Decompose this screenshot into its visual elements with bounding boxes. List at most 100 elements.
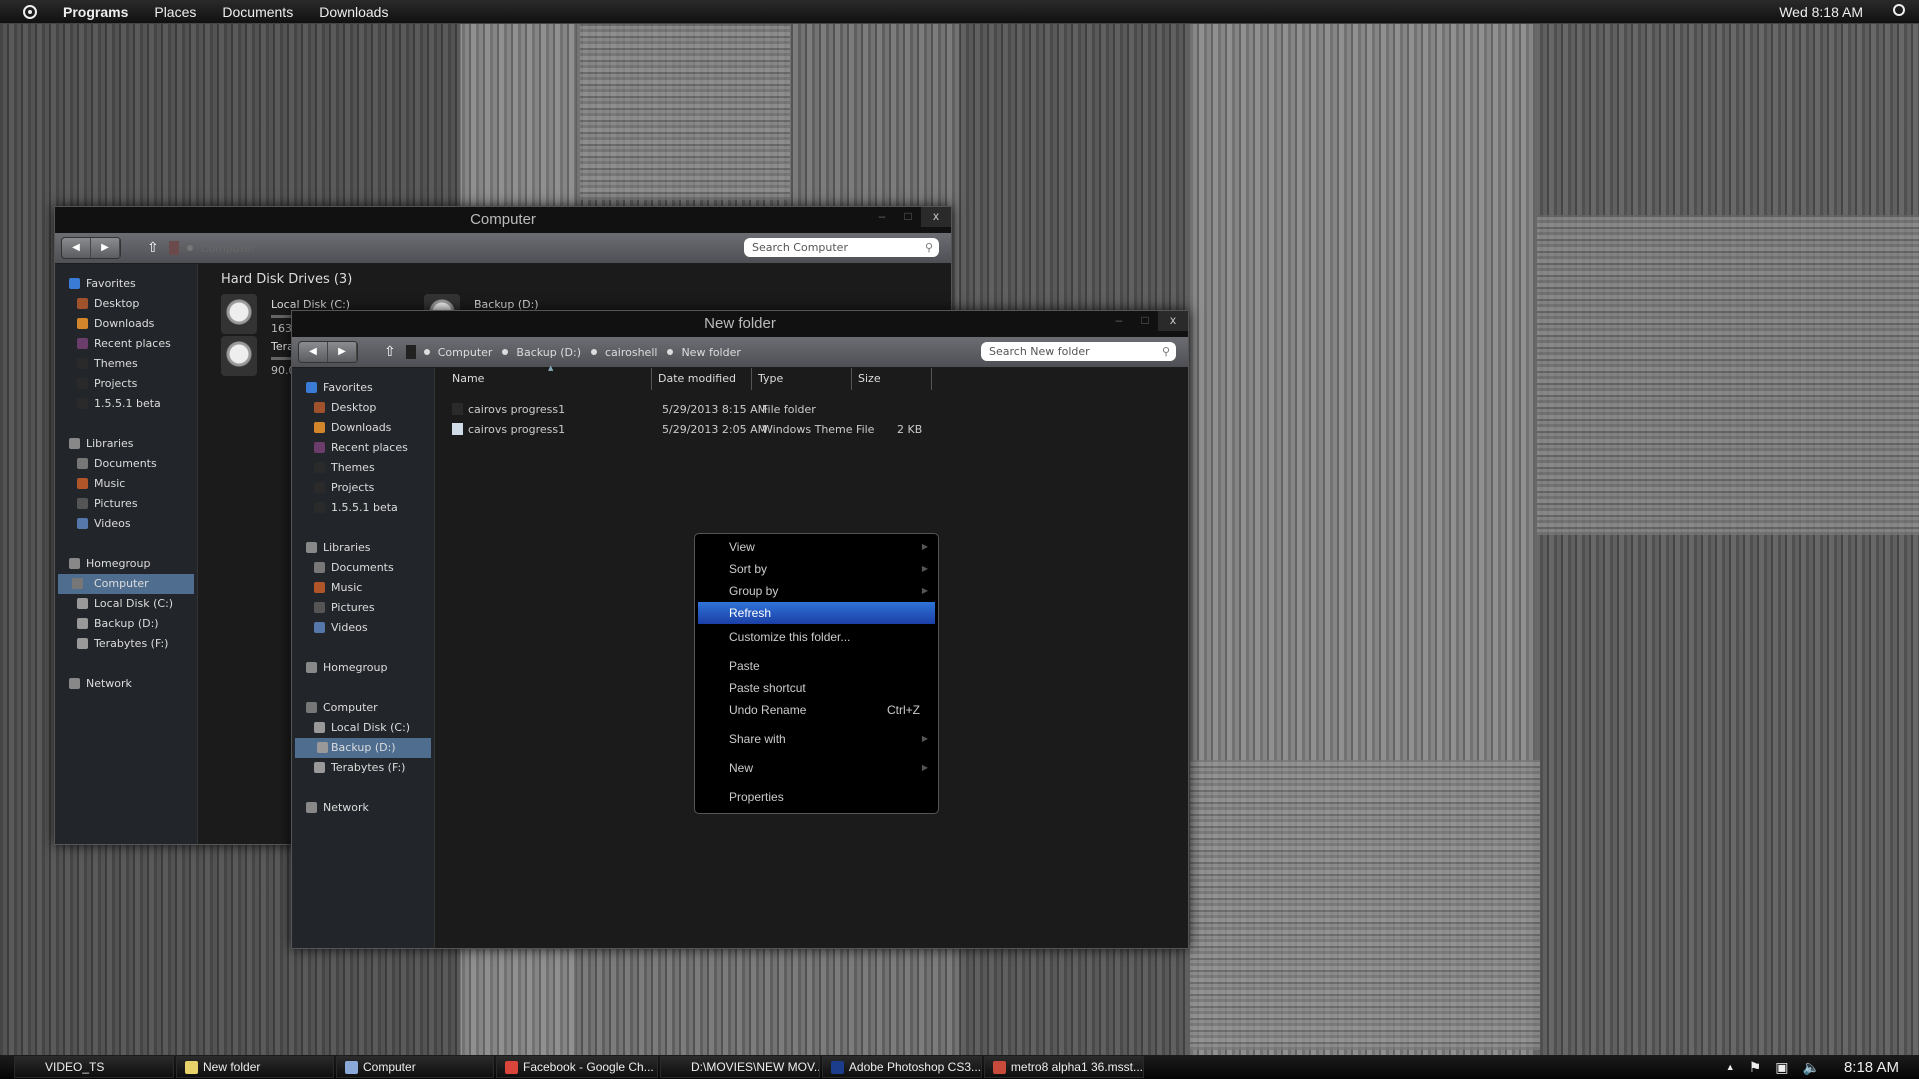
- show-hidden-icons-icon[interactable]: ▲: [1726, 1062, 1735, 1072]
- breadcrumb-computer[interactable]: Computer: [201, 242, 256, 255]
- breadcrumb-item[interactable]: Backup (D:): [516, 346, 581, 359]
- column-header-size[interactable]: Size: [852, 368, 932, 390]
- crumb-separator: [591, 349, 597, 355]
- sidebar-item[interactable]: Downloads: [292, 418, 434, 438]
- search-input[interactable]: Search New folder ⚲: [981, 342, 1176, 361]
- sidebar-item[interactable]: Videos: [55, 514, 197, 534]
- sidebar-item[interactable]: Computer: [292, 698, 434, 718]
- volume-icon[interactable]: 🔈: [1803, 1059, 1820, 1076]
- sidebar-item-label: Network: [323, 801, 369, 814]
- sidebar-item-label: Documents: [331, 561, 394, 574]
- sidebar-item[interactable]: Libraries: [292, 538, 434, 558]
- taskbar-button[interactable]: Computer: [336, 1056, 494, 1078]
- taskbar-button[interactable]: New folder: [176, 1056, 334, 1078]
- breadcrumb-item[interactable]: New folder: [681, 346, 740, 359]
- maximize-button[interactable]: □: [1132, 311, 1158, 331]
- sidebar-item[interactable]: Themes: [55, 354, 197, 374]
- sidebar-item-label: Desktop: [94, 297, 140, 310]
- sidebar-item[interactable]: Recent places: [292, 438, 434, 458]
- group-header[interactable]: Hard Disk Drives (3): [221, 272, 352, 287]
- sidebar-item-label: Recent places: [331, 441, 408, 454]
- minimize-button[interactable]: –: [1106, 311, 1132, 331]
- forward-button[interactable]: ▶: [91, 238, 120, 258]
- sidebar-item[interactable]: Desktop: [292, 398, 434, 418]
- menu-item-properties[interactable]: Properties: [695, 786, 938, 808]
- sidebar-item[interactable]: Local Disk (C:): [55, 594, 197, 614]
- search-input[interactable]: Search Computer ⚲: [744, 238, 939, 257]
- back-button[interactable]: ◀: [299, 342, 328, 362]
- menu-item-new[interactable]: New ▶: [695, 757, 938, 779]
- back-button[interactable]: ◀: [62, 238, 91, 258]
- sidebar-item[interactable]: Local Disk (C:): [292, 718, 434, 738]
- start-logo-icon[interactable]: [23, 4, 37, 19]
- file-name[interactable]: cairovs progress1: [468, 420, 565, 440]
- sidebar-item[interactable]: 1.5.5.1 beta: [55, 394, 197, 414]
- search-icon[interactable]: [1893, 4, 1905, 16]
- menu-item-paste-shortcut[interactable]: Paste shortcut: [695, 677, 938, 699]
- menu-downloads[interactable]: Downloads: [319, 4, 388, 20]
- minimize-button[interactable]: –: [869, 207, 895, 227]
- sidebar-item[interactable]: Music: [55, 474, 197, 494]
- menu-item-customize-this-folder[interactable]: Customize this folder...: [695, 626, 938, 648]
- sidebar-item[interactable]: Recent places: [55, 334, 197, 354]
- sidebar-item[interactable]: Libraries: [55, 434, 197, 454]
- sidebar-item[interactable]: Terabytes (F:): [292, 758, 434, 778]
- menu-item-sort-by[interactable]: Sort by ▶: [695, 558, 938, 580]
- taskbar-button[interactable]: metro8 alpha1 36.msst...: [984, 1056, 1144, 1078]
- 1-5-5-1-beta-icon: [77, 398, 88, 409]
- column-header-date-modified[interactable]: Date modified: [652, 368, 752, 390]
- sidebar-item[interactable]: Themes: [292, 458, 434, 478]
- taskbar-button[interactable]: VIDEO_TS: [14, 1056, 174, 1078]
- sidebar-item[interactable]: Backup (D:): [55, 614, 197, 634]
- sidebar-item[interactable]: Network: [292, 798, 434, 818]
- menu-item-view[interactable]: View ▶: [695, 536, 938, 558]
- sidebar-item[interactable]: Favorites: [292, 378, 434, 398]
- maximize-button[interactable]: □: [895, 207, 921, 227]
- title-bar[interactable]: Computer – □ x: [55, 207, 951, 233]
- menu-item-group-by[interactable]: Group by ▶: [695, 580, 938, 602]
- action-center-flag-icon[interactable]: ⚑: [1749, 1059, 1762, 1076]
- menu-item-paste[interactable]: Paste: [695, 655, 938, 677]
- sidebar-item[interactable]: Favorites: [55, 274, 197, 294]
- up-arrow-icon[interactable]: ⇧: [384, 344, 396, 360]
- network-icon[interactable]: ▣: [1775, 1059, 1788, 1076]
- close-button[interactable]: x: [921, 207, 951, 227]
- clock[interactable]: Wed 8:18 AM: [1779, 4, 1863, 20]
- forward-button[interactable]: ▶: [328, 342, 357, 362]
- sidebar-item[interactable]: Homegroup: [55, 554, 197, 574]
- taskbar-button[interactable]: D:\MOVIES\NEW MOV...: [660, 1056, 820, 1078]
- search-placeholder: Search New folder: [989, 345, 1090, 358]
- sidebar-item[interactable]: Network: [55, 674, 197, 694]
- menu-item-undo-rename[interactable]: Undo Rename Ctrl+Z: [695, 699, 938, 721]
- breadcrumb-item[interactable]: cairoshell: [605, 346, 657, 359]
- menu-item-share-with[interactable]: Share with ▶: [695, 728, 938, 750]
- sidebar-item[interactable]: 1.5.5.1 beta: [292, 498, 434, 518]
- sidebar-item[interactable]: Desktop: [55, 294, 197, 314]
- sidebar-item[interactable]: Downloads: [55, 314, 197, 334]
- taskbar-button[interactable]: Facebook - Google Ch...: [496, 1056, 658, 1078]
- sidebar-item[interactable]: Pictures: [292, 598, 434, 618]
- menu-programs[interactable]: Programs: [63, 4, 128, 20]
- sidebar-item[interactable]: Videos: [292, 618, 434, 638]
- sidebar-item[interactable]: Documents: [55, 454, 197, 474]
- sidebar-item[interactable]: Pictures: [55, 494, 197, 514]
- taskbar-button[interactable]: Adobe Photoshop CS3...: [822, 1056, 982, 1078]
- breadcrumb-item[interactable]: Computer: [438, 346, 493, 359]
- sidebar-item[interactable]: Terabytes (F:): [55, 634, 197, 654]
- sidebar-item[interactable]: Homegroup: [292, 658, 434, 678]
- close-button[interactable]: x: [1158, 311, 1188, 331]
- taskbar-clock[interactable]: 8:18 AM: [1844, 1059, 1899, 1076]
- sidebar-item[interactable]: Projects: [292, 478, 434, 498]
- sidebar-item[interactable]: Projects: [55, 374, 197, 394]
- sidebar-item[interactable]: Computer: [58, 574, 194, 594]
- menu-documents[interactable]: Documents: [222, 4, 293, 20]
- up-arrow-icon[interactable]: ⇧: [147, 240, 159, 256]
- sidebar-item[interactable]: Backup (D:): [295, 738, 431, 758]
- sidebar-item[interactable]: Documents: [292, 558, 434, 578]
- menu-places[interactable]: Places: [154, 4, 196, 20]
- column-header-type[interactable]: Type: [752, 368, 852, 390]
- sidebar-item[interactable]: Music: [292, 578, 434, 598]
- menu-item-refresh[interactable]: Refresh: [698, 602, 935, 624]
- title-bar[interactable]: New folder – □ x: [292, 311, 1188, 337]
- file-name[interactable]: cairovs progress1: [468, 400, 565, 420]
